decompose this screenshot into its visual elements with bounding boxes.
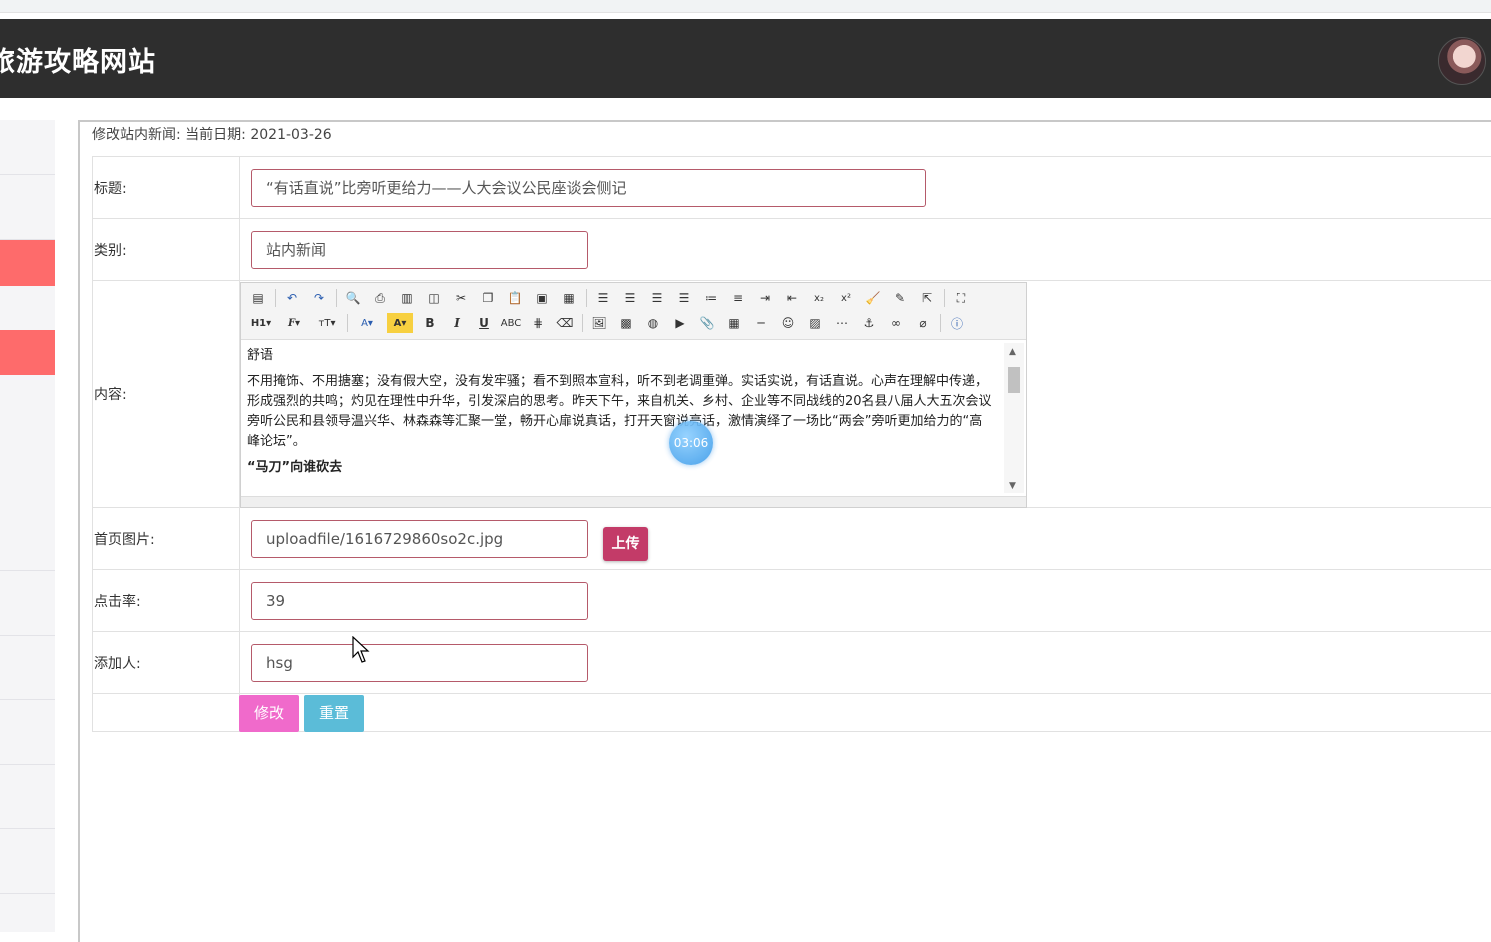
sidebar-item[interactable] <box>0 700 55 765</box>
preview-icon[interactable]: 🔍 <box>343 288 363 308</box>
align-center-icon[interactable]: ☰ <box>620 288 640 308</box>
editor-scrollbar[interactable]: ▲ ▼ <box>1004 343 1024 493</box>
rich-text-editor: ▤ ↶ ↷ 🔍 ⎙ ▥ ◫ ✂ ❐ 📋 ▣ ▦ ☰ ☰ ☰ ☰ ≔ ≡ ⇥ ⇤ … <box>240 282 1027 508</box>
indent-icon[interactable]: ⇥ <box>755 288 775 308</box>
source-icon[interactable]: ▤ <box>248 288 268 308</box>
hr-icon[interactable]: ─ <box>751 313 771 333</box>
eraser-icon[interactable]: ⌫ <box>555 313 575 333</box>
image-path-input[interactable]: uploadfile/1616729860so2c.jpg <box>251 519 588 558</box>
submit-button[interactable]: 修改 <box>239 695 299 732</box>
subscript-icon[interactable]: x₂ <box>809 288 829 308</box>
sidebar-item[interactable] <box>0 636 55 700</box>
align-right-icon[interactable]: ☰ <box>647 288 667 308</box>
font-size-icon[interactable]: тT▾ <box>314 313 340 333</box>
heading-icon[interactable]: H1▾ <box>248 313 274 333</box>
browser-address-bar <box>0 0 1491 13</box>
flash-icon[interactable]: ◍ <box>643 313 663 333</box>
editor-resize-handle[interactable] <box>241 496 1026 507</box>
attachment-icon[interactable]: 📎 <box>697 313 717 333</box>
table-icon[interactable]: ▦ <box>724 313 744 333</box>
highlight-color-icon[interactable]: A▾ <box>387 313 413 333</box>
scroll-up-icon[interactable]: ▲ <box>1009 347 1016 357</box>
sidebar-item[interactable] <box>0 829 55 894</box>
unordered-list-icon[interactable]: ≡ <box>728 288 748 308</box>
page-break-icon[interactable]: ⋯ <box>832 313 852 333</box>
print-icon[interactable]: ⎙ <box>370 288 390 308</box>
align-left-icon[interactable]: ☰ <box>593 288 613 308</box>
reset-button[interactable]: 重置 <box>304 695 364 732</box>
paste-text-icon[interactable]: ▣ <box>532 288 552 308</box>
select-all-icon[interactable]: ⇱ <box>917 288 937 308</box>
upload-button[interactable]: 上传 <box>603 527 648 561</box>
help-icon[interactable]: ⓘ <box>947 313 967 333</box>
scroll-thumb[interactable] <box>1008 367 1020 393</box>
clear-format-icon[interactable]: 🧹 <box>863 288 883 308</box>
unlink-icon[interactable]: ⌀ <box>913 313 933 333</box>
sidebar-item[interactable] <box>0 506 55 571</box>
align-justify-icon[interactable]: ☰ <box>674 288 694 308</box>
form-caption: 修改站内新闻: 当前日期: 2021-03-26 <box>92 124 332 144</box>
site-title: 旅游攻略网站 <box>0 47 156 78</box>
anchor-icon[interactable]: ⚓ <box>859 313 879 333</box>
category-label: 类别: <box>92 218 240 281</box>
clicks-input[interactable]: 39 <box>251 581 588 620</box>
editor-toolbar: ▤ ↶ ↷ 🔍 ⎙ ▥ ◫ ✂ ❐ 📋 ▣ ▦ ☰ ☰ ☰ ☰ ≔ ≡ ⇥ ⇤ … <box>241 283 1026 340</box>
sidebar-item-active[interactable] <box>0 240 55 286</box>
title-label: 标题: <box>92 156 240 219</box>
mouse-cursor-icon <box>352 636 370 663</box>
sidebar-item[interactable] <box>0 175 55 240</box>
template-icon[interactable]: ▥ <box>397 288 417 308</box>
outdent-icon[interactable]: ⇤ <box>782 288 802 308</box>
font-color-icon[interactable]: A▾ <box>354 313 380 333</box>
date-label: 当前日期: <box>185 127 246 143</box>
image-label: 首页图片: <box>92 507 240 570</box>
underline-icon[interactable]: U <box>474 313 494 333</box>
title-input[interactable]: “有话直说”比旁听更给力——人大会议公民座谈会侧记 <box>251 168 926 207</box>
scroll-down-icon[interactable]: ▼ <box>1009 481 1016 491</box>
date-value: 2021-03-26 <box>250 127 332 143</box>
sidebar <box>0 120 55 932</box>
author-input[interactable]: hsg <box>251 643 588 682</box>
ordered-list-icon[interactable]: ≔ <box>701 288 721 308</box>
image-icon[interactable]: 🖼 <box>589 313 609 333</box>
sidebar-item[interactable] <box>0 120 55 175</box>
line-height-icon[interactable]: ⋕ <box>528 313 548 333</box>
sidebar-item[interactable] <box>0 765 55 829</box>
site-header <box>0 19 1491 98</box>
content-paragraph: 不用掩饰、不用搪塞；没有假大空，没有发牢骚；看不到照本宣科，听不到老调重弹。实话… <box>247 374 992 449</box>
author-label: 添加人: <box>92 631 240 694</box>
sidebar-item-active[interactable] <box>0 330 55 375</box>
copy-icon[interactable]: ❐ <box>478 288 498 308</box>
code-icon[interactable]: ◫ <box>424 288 444 308</box>
cut-icon[interactable]: ✂ <box>451 288 471 308</box>
content-paragraph: 舒语 <box>247 348 274 363</box>
redo-icon[interactable]: ↷ <box>309 288 329 308</box>
link-icon[interactable]: ∞ <box>886 313 906 333</box>
sidebar-item[interactable] <box>0 571 55 636</box>
content-subheading: “马刀”向谁砍去 <box>247 460 343 475</box>
caption-label: 修改站内新闻: <box>92 127 181 143</box>
clicks-label: 点击率: <box>92 569 240 632</box>
strikethrough-icon[interactable]: ABC <box>501 313 522 333</box>
bold-icon[interactable]: B <box>420 313 440 333</box>
video-timer-badge: 03:06 <box>669 421 713 465</box>
map-icon[interactable]: ▨ <box>805 313 825 333</box>
content-label: 内容: <box>92 280 240 508</box>
media-icon[interactable]: ▶ <box>670 313 690 333</box>
user-avatar[interactable] <box>1438 37 1486 85</box>
paste-icon[interactable]: 📋 <box>505 288 525 308</box>
multi-image-icon[interactable]: ▩ <box>616 313 636 333</box>
category-input[interactable]: 站内新闻 <box>251 230 588 269</box>
superscript-icon[interactable]: x² <box>836 288 856 308</box>
font-family-icon[interactable]: F▾ <box>281 313 307 333</box>
quick-format-icon[interactable]: ✎ <box>890 288 910 308</box>
italic-icon[interactable]: I <box>447 313 467 333</box>
editor-content[interactable]: 舒语 不用掩饰、不用搪塞；没有假大空，没有发牢骚；看不到照本宣科，听不到老调重弹… <box>241 340 1001 495</box>
paste-word-icon[interactable]: ▦ <box>559 288 579 308</box>
fullscreen-icon[interactable]: ⛶ <box>951 288 971 308</box>
undo-icon[interactable]: ↶ <box>282 288 302 308</box>
emoticon-icon[interactable]: ☺ <box>778 313 798 333</box>
